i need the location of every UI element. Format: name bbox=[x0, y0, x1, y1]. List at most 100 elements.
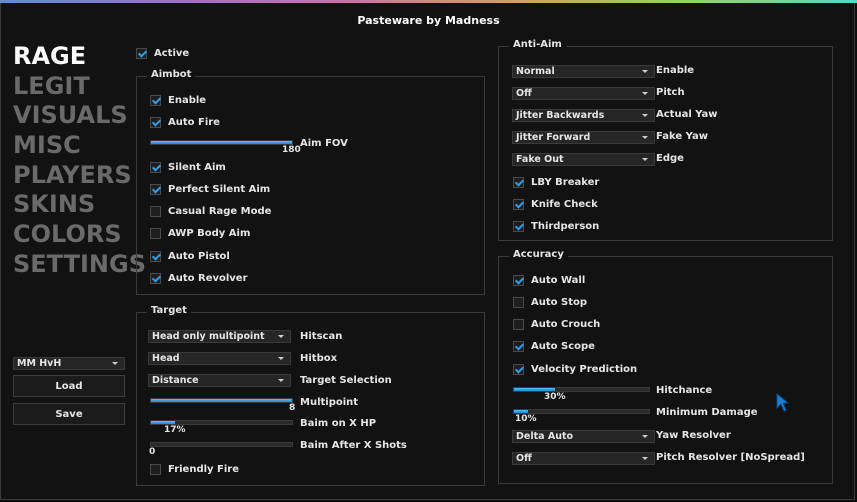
hitchance-label: Hitchance bbox=[656, 385, 713, 396]
auto-fire[interactable]: Auto Fire bbox=[150, 115, 220, 129]
nav-colors[interactable]: COLORS bbox=[13, 220, 122, 248]
pitch-select[interactable]: Off bbox=[512, 87, 655, 100]
pitch-value: Off bbox=[516, 88, 532, 99]
load-button[interactable]: Load bbox=[13, 375, 125, 397]
auto-pistol[interactable]: Auto Pistol bbox=[150, 249, 230, 263]
multipoint-slider[interactable]: 8 bbox=[150, 398, 295, 413]
hitbox-select[interactable]: Head bbox=[148, 352, 291, 365]
target-selection-select[interactable]: Distance bbox=[148, 374, 291, 387]
auto-scope[interactable]: Auto Scope bbox=[513, 339, 595, 353]
thirdperson-label: Thirdperson bbox=[531, 220, 600, 232]
slider-fill bbox=[514, 388, 555, 391]
auto-stop[interactable]: Auto Stop bbox=[513, 295, 587, 309]
multipoint-value: 8 bbox=[289, 403, 296, 413]
rainbow-bar bbox=[0, 0, 857, 3]
hitscan-select[interactable]: Head only multipoint bbox=[148, 330, 291, 343]
yaw-resolver-value: Delta Auto bbox=[516, 431, 574, 442]
edge-value: Fake Out bbox=[516, 154, 564, 165]
min-damage-value: 10% bbox=[515, 414, 537, 424]
pitch-resolver-value: Off bbox=[516, 453, 532, 464]
silent-aim-label: Silent Aim bbox=[168, 161, 226, 173]
perfect-silent-aim[interactable]: Perfect Silent Aim bbox=[150, 182, 270, 196]
checkbox-box bbox=[513, 274, 524, 286]
actual-yaw-select[interactable]: Jitter Backwards bbox=[512, 109, 655, 122]
auto-revolver[interactable]: Auto Revolver bbox=[150, 271, 248, 285]
baim-hp-label: Baim on X HP bbox=[300, 418, 377, 429]
auto-crouch[interactable]: Auto Crouch bbox=[513, 317, 600, 331]
casual-rage-mode[interactable]: Casual Rage Mode bbox=[150, 204, 271, 218]
config-select[interactable]: MM HvH bbox=[13, 357, 125, 370]
chevron-down-icon bbox=[642, 114, 648, 117]
chevron-down-icon bbox=[642, 457, 648, 460]
silent-aim[interactable]: Silent Aim bbox=[150, 160, 226, 174]
multipoint-label: Multipoint bbox=[300, 397, 359, 408]
hitchance-slider[interactable]: 30% bbox=[513, 387, 650, 402]
hitscan-value: Head only multipoint bbox=[152, 331, 265, 342]
target-title: Target bbox=[147, 305, 191, 316]
lby-breaker[interactable]: LBY Breaker bbox=[513, 175, 599, 189]
slider-fill bbox=[151, 421, 175, 424]
aa-enable-label: Enable bbox=[656, 65, 695, 76]
aimbot-enable[interactable]: Enable bbox=[150, 93, 206, 107]
hitscan-label: Hitscan bbox=[300, 331, 343, 342]
friendly-fire[interactable]: Friendly Fire bbox=[150, 462, 239, 476]
fake-yaw-select[interactable]: Jitter Forward bbox=[512, 131, 655, 144]
pitch-resolver-select[interactable]: Off bbox=[512, 452, 655, 465]
knife-check-label: Knife Check bbox=[531, 198, 598, 210]
save-button[interactable]: Save bbox=[13, 403, 125, 425]
awp-body-aim-label: AWP Body Aim bbox=[168, 227, 251, 239]
nav-players[interactable]: PLAYERS bbox=[13, 161, 132, 189]
chevron-down-icon bbox=[278, 357, 284, 360]
yaw-resolver-select[interactable]: Delta Auto bbox=[512, 430, 655, 443]
checkbox-box bbox=[150, 161, 161, 173]
aim-fov-value: 180 bbox=[282, 145, 301, 155]
yaw-resolver-label: Yaw Resolver bbox=[656, 430, 731, 441]
checkbox-box bbox=[513, 318, 524, 330]
auto-scope-label: Auto Scope bbox=[531, 340, 595, 352]
awp-body-aim[interactable]: AWP Body Aim bbox=[150, 226, 250, 240]
checkbox-box bbox=[513, 220, 524, 232]
thirdperson[interactable]: Thirdperson bbox=[513, 219, 599, 233]
active-checkbox[interactable]: Active bbox=[136, 46, 189, 60]
baim-shots-slider[interactable]: 0 bbox=[149, 442, 293, 457]
chevron-down-icon bbox=[642, 158, 648, 161]
hitbox-value: Head bbox=[152, 353, 180, 364]
target-selection-label: Target Selection bbox=[300, 375, 392, 386]
auto-crouch-label: Auto Crouch bbox=[531, 318, 601, 330]
actual-yaw-value: Jitter Backwards bbox=[516, 110, 605, 121]
checkbox-box bbox=[150, 463, 161, 475]
auto-wall[interactable]: Auto Wall bbox=[513, 273, 585, 287]
nav-rage[interactable]: RAGE bbox=[13, 42, 86, 70]
checkbox-box bbox=[150, 272, 161, 284]
chevron-down-icon bbox=[112, 362, 118, 365]
nav-skins[interactable]: SKINS bbox=[13, 190, 95, 218]
nav-misc[interactable]: MISC bbox=[13, 131, 81, 159]
min-damage-slider[interactable]: 10% bbox=[513, 409, 650, 424]
checkbox-box bbox=[513, 296, 524, 308]
baim-hp-slider[interactable]: 17% bbox=[150, 420, 293, 435]
knife-check[interactable]: Knife Check bbox=[513, 197, 598, 211]
edge-select[interactable]: Fake Out bbox=[512, 153, 655, 166]
actual-yaw-label: Actual Yaw bbox=[656, 109, 718, 120]
checkbox-box bbox=[513, 340, 524, 352]
baim-hp-value: 17% bbox=[164, 425, 186, 435]
checkbox-box bbox=[513, 198, 524, 210]
casual-rage-mode-label: Casual Rage Mode bbox=[168, 205, 272, 217]
target-selection-value: Distance bbox=[152, 375, 199, 386]
slider-fill bbox=[151, 399, 292, 402]
aim-fov-slider[interactable]: 180 bbox=[150, 140, 301, 155]
pitch-resolver-label: Pitch Resolver [NoSpread] bbox=[656, 452, 805, 463]
velocity-prediction[interactable]: Velocity Prediction bbox=[513, 362, 637, 376]
aa-enable-select[interactable]: Normal bbox=[512, 65, 655, 78]
chevron-down-icon bbox=[642, 70, 648, 73]
nav-legit[interactable]: LEGIT bbox=[13, 72, 90, 100]
slider-fill bbox=[151, 141, 292, 144]
checkbox-box bbox=[150, 250, 161, 262]
auto-pistol-label: Auto Pistol bbox=[168, 250, 230, 262]
nav-settings[interactable]: SETTINGS bbox=[13, 250, 146, 278]
nav-visuals[interactable]: VISUALS bbox=[13, 101, 128, 129]
fake-yaw-value: Jitter Forward bbox=[516, 132, 591, 143]
chevron-down-icon bbox=[642, 435, 648, 438]
checkbox-box bbox=[513, 176, 524, 188]
pitch-label: Pitch bbox=[656, 87, 685, 98]
